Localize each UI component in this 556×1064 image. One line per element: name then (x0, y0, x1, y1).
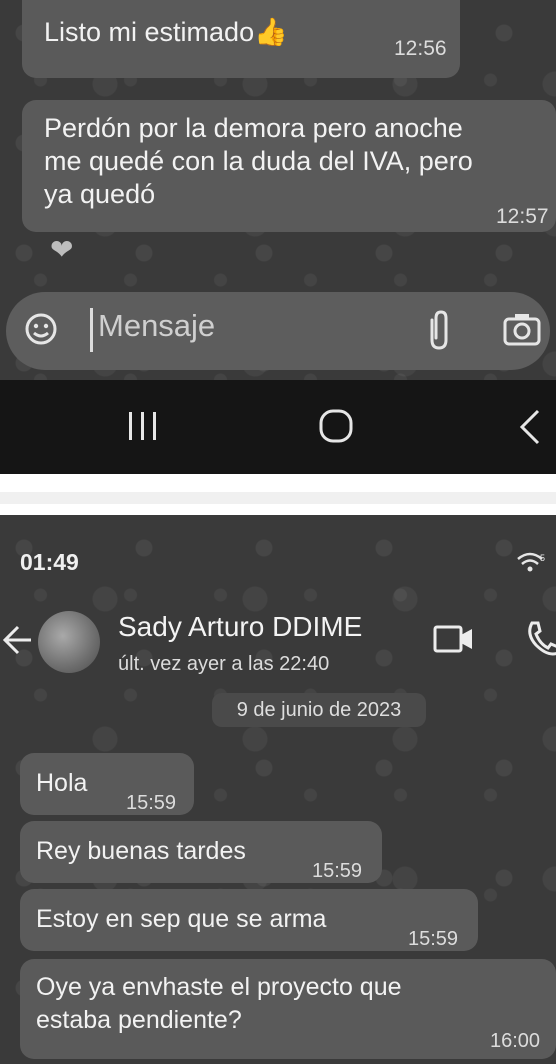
back-icon[interactable] (518, 408, 542, 446)
message-time: 12:56 (394, 37, 447, 60)
message-bubble[interactable]: Estoy en sep que se arma 15:59 (20, 889, 478, 951)
date-separator: 9 de junio de 2023 (212, 693, 426, 727)
top-chat-screenshot: Listo mi estimado👍 12:56 Perdón por la d… (0, 0, 556, 474)
message-bubble[interactable]: Perdón por la demora pero anoche me qued… (22, 100, 556, 232)
message-input[interactable]: Mensaje (98, 308, 215, 344)
message-text: Estoy en sep que se arma (36, 905, 327, 933)
camera-icon[interactable] (502, 310, 542, 348)
recent-apps-icon[interactable] (126, 410, 160, 442)
paperclip-icon[interactable] (424, 308, 454, 352)
emoji-icon[interactable] (24, 312, 58, 346)
message-bubble[interactable]: Oye ya envhaste el proyecto que estaba p… (20, 959, 556, 1059)
phone-icon[interactable] (524, 619, 556, 659)
heart-reaction-icon[interactable]: ❤ (50, 233, 73, 266)
message-text: Oye ya envhaste el proyecto que estaba p… (36, 973, 402, 1034)
status-bar-time: 01:49 (20, 549, 79, 575)
contact-name[interactable]: Sady Arturo DDIME (118, 611, 362, 643)
video-call-icon[interactable] (432, 623, 476, 655)
message-time: 15:59 (312, 860, 363, 882)
message-time: 15:59 (126, 792, 177, 814)
message-time: 12:57 (496, 205, 549, 228)
message-text: Perdón por la demora pero anoche me qued… (44, 113, 473, 209)
message-text: Rey buenas tardes (36, 837, 246, 865)
wifi-signal-icon: 5 (517, 552, 545, 572)
message-input-bar[interactable]: Mensaje (6, 292, 550, 370)
message-time: 15:59 (408, 928, 459, 950)
screenshot-divider (0, 492, 556, 504)
message-text: Hola (36, 769, 88, 797)
message-bubble[interactable]: Listo mi estimado👍 12:56 (22, 0, 460, 78)
message-bubble[interactable]: Rey buenas tardes 15:59 (20, 821, 382, 883)
message-time: 16:00 (490, 1030, 541, 1052)
message-text: Listo mi estimado👍 (44, 17, 288, 47)
message-bubble[interactable]: Hola 15:59 (20, 753, 194, 815)
last-seen-status: últ. vez ayer a las 22:40 (118, 653, 330, 675)
svg-text:5: 5 (540, 553, 545, 563)
back-arrow-icon[interactable] (2, 623, 32, 657)
bottom-chat-screenshot: 01:49 5 Sady Arturo DDIME últ. vez ayer … (0, 515, 556, 1064)
contact-avatar[interactable] (38, 611, 100, 673)
android-navigation-bar (0, 380, 556, 474)
home-icon[interactable] (318, 408, 354, 444)
text-cursor (90, 308, 93, 352)
